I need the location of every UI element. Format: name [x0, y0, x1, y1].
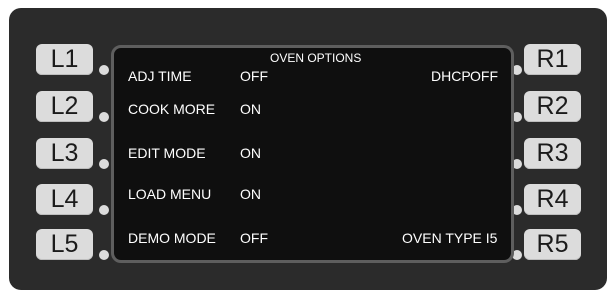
- oven-type-label: OVEN TYPE I5: [402, 230, 498, 246]
- key-indicator-l1: [99, 65, 109, 75]
- soft-key-l1[interactable]: L1: [36, 44, 93, 75]
- soft-key-r2[interactable]: R2: [524, 91, 581, 122]
- option-label-load-menu: LOAD MENU: [128, 186, 212, 202]
- option-value-cook-more: ON: [240, 101, 261, 117]
- soft-key-r4[interactable]: R4: [524, 184, 581, 215]
- soft-key-r3[interactable]: R3: [524, 138, 581, 169]
- soft-key-r1[interactable]: R1: [524, 44, 581, 75]
- soft-key-l4[interactable]: L4: [36, 184, 93, 215]
- option-value-edit-mode: ON: [240, 145, 261, 161]
- soft-key-r5[interactable]: R5: [524, 229, 581, 260]
- soft-key-l2[interactable]: L2: [36, 91, 93, 122]
- dhcp-value: OFF: [470, 68, 498, 84]
- option-value-adj-time: OFF: [240, 68, 268, 84]
- key-indicator-l3: [99, 159, 109, 169]
- key-indicator-l4: [99, 205, 109, 215]
- soft-key-l5[interactable]: L5: [36, 229, 93, 260]
- screen-title: OVEN OPTIONS: [270, 51, 362, 65]
- option-label-demo-mode: DEMO MODE: [128, 230, 216, 246]
- option-label-adj-time: ADJ TIME: [128, 68, 192, 84]
- key-indicator-l2: [99, 112, 109, 122]
- soft-key-l3[interactable]: L3: [36, 138, 93, 169]
- option-label-cook-more: COOK MORE: [128, 101, 216, 117]
- option-label-edit-mode: EDIT MODE: [128, 145, 206, 161]
- option-value-load-menu: ON: [240, 186, 261, 202]
- key-indicator-l5: [99, 250, 109, 260]
- option-value-demo-mode: OFF: [240, 230, 268, 246]
- dhcp-label: DHCP: [431, 68, 471, 84]
